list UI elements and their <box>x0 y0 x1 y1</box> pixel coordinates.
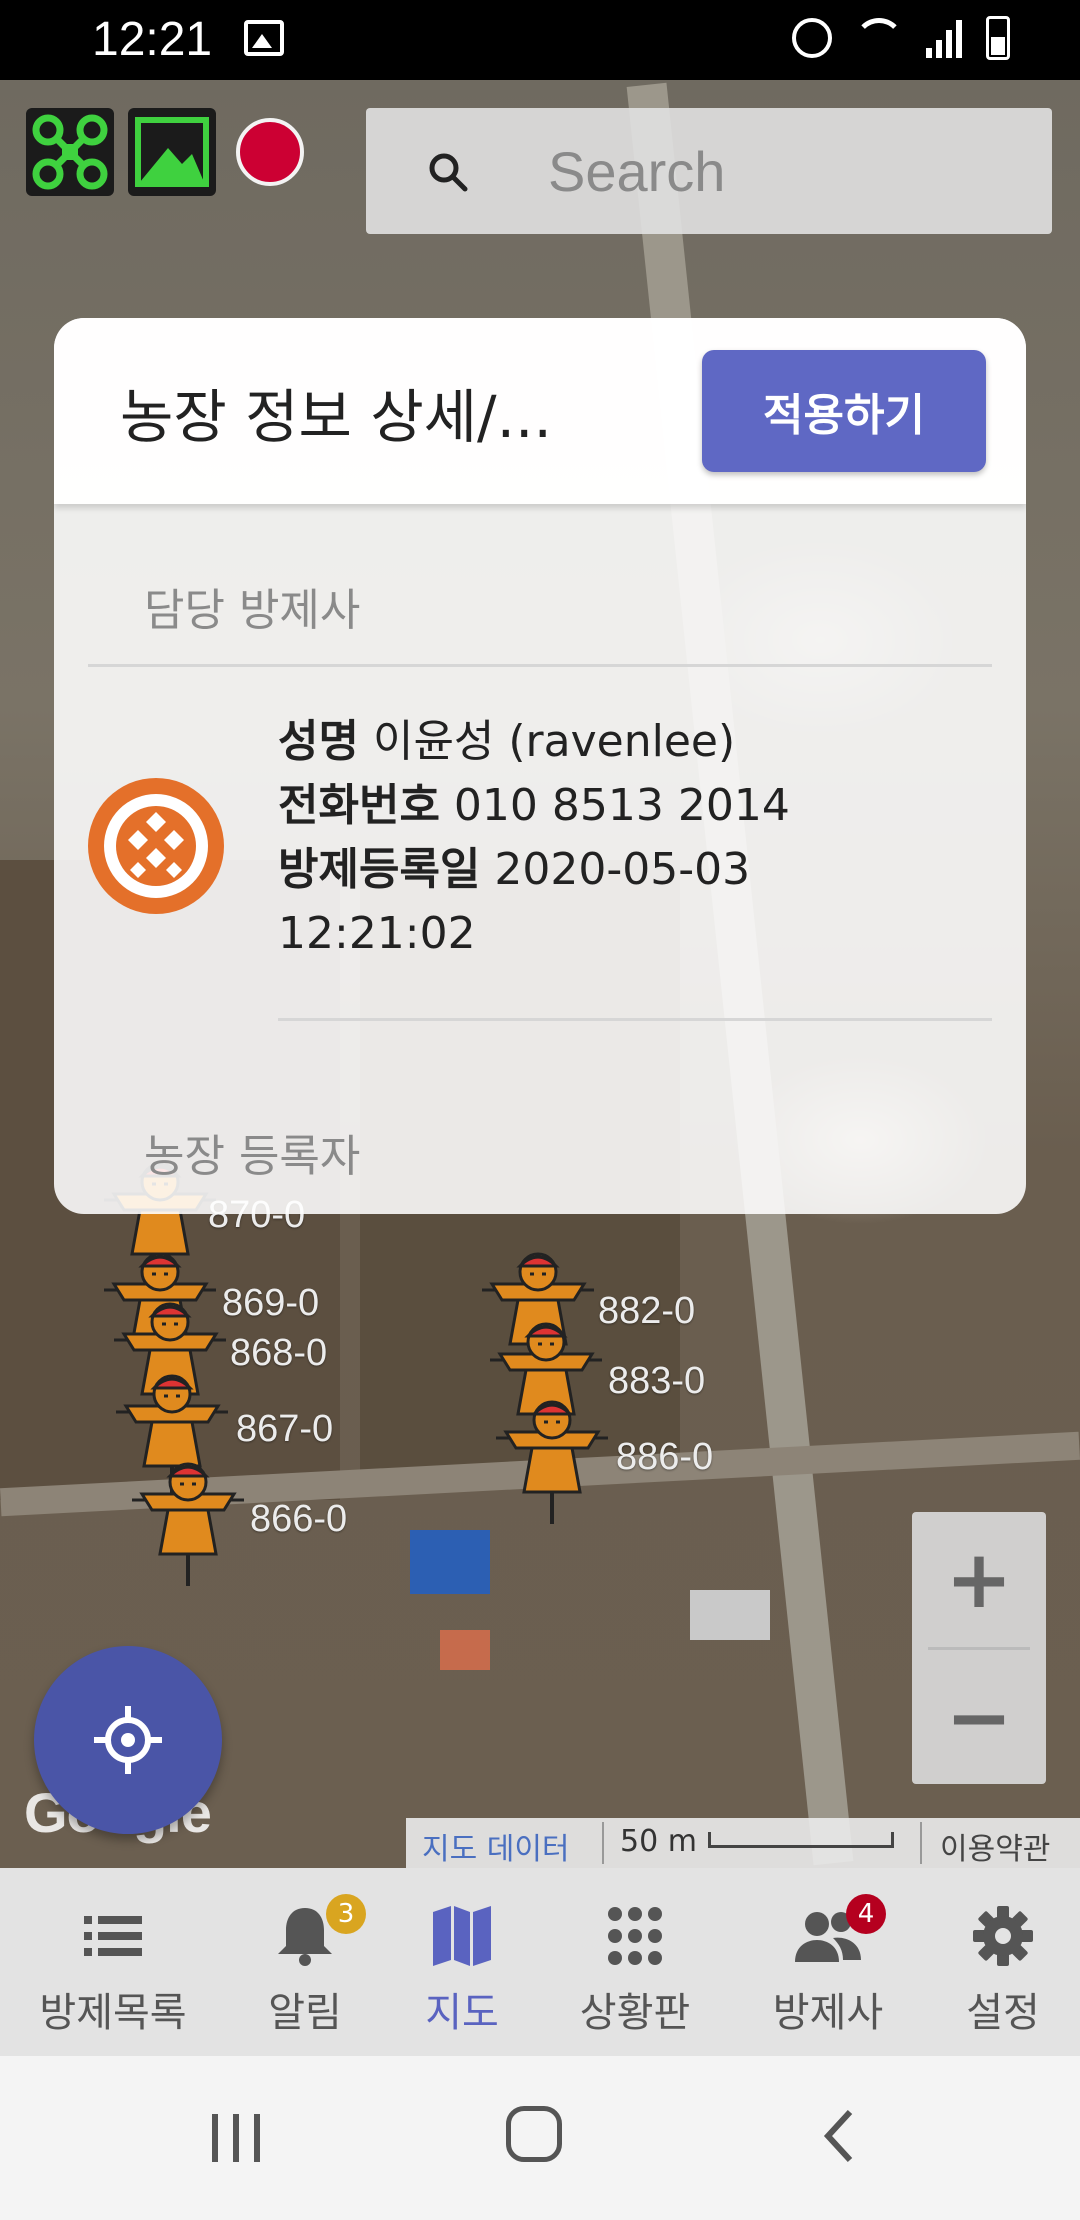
bottom-navigation: 방제목록 3 알림 지도 상황판 4 방제사 설정 <box>0 1868 1080 2056</box>
nav-item-sprayers[interactable]: 4 방제사 <box>730 1868 926 2056</box>
scarecrow-icon <box>132 1462 244 1586</box>
list-icon <box>84 1916 142 1956</box>
separator <box>920 1822 922 1864</box>
grid-icon <box>608 1907 662 1965</box>
battery-icon <box>986 16 1010 60</box>
nav-label: 알림 <box>268 1990 342 2036</box>
status-icons <box>792 16 1010 60</box>
zoom-in-button[interactable]: + <box>912 1512 1046 1646</box>
crosshair-icon <box>94 1706 162 1774</box>
nav-label: 상황판 <box>579 1990 691 2036</box>
nav-label: 설정 <box>966 1990 1040 2036</box>
section-label-registrant: 농장 등록자 <box>144 1131 361 1182</box>
nav-item-settings[interactable]: 설정 <box>926 1868 1080 2056</box>
marker-label: 869-0 <box>222 1282 320 1324</box>
nav-item-map[interactable]: 지도 <box>384 1868 540 2056</box>
record-indicator[interactable] <box>236 118 304 186</box>
nav-label: 지도 <box>425 1990 499 2036</box>
status-bar: 12:21 <box>0 0 1080 80</box>
avatar-pattern-icon <box>104 794 208 898</box>
name-label: 성명 <box>278 716 359 767</box>
map-building <box>410 1530 490 1594</box>
recents-icon[interactable] <box>206 2108 266 2168</box>
marker-label: 868-0 <box>230 1332 328 1374</box>
marker-label: 883-0 <box>608 1360 706 1402</box>
map-attribution: 지도 데이터 50 m 이용약관 <box>406 1818 1080 1868</box>
sprayer-info: 성명 이윤성 (ravenlee) 전화번호 010 8513 2014 방제등… <box>278 710 790 966</box>
alert-count-badge: 3 <box>326 1894 366 1934</box>
card-title: 농장 정보 상세/... <box>120 383 552 451</box>
section-label-sprayer: 담당 방제사 <box>144 585 361 636</box>
sprayer-count-badge: 4 <box>846 1894 886 1934</box>
nav-item-alerts[interactable]: 3 알림 <box>226 1868 384 2056</box>
farm-marker[interactable] <box>492 1388 612 1528</box>
nav-item-dashboard[interactable]: 상황판 <box>540 1868 730 2056</box>
nav-label: 방제사 <box>772 1990 884 2036</box>
terms-link[interactable]: 이용약관 <box>940 1824 1050 1868</box>
divider <box>88 664 992 667</box>
phone-value: 010 8513 2014 <box>453 780 790 831</box>
date-value: 2020-05-03 <box>494 844 751 895</box>
scarecrow-icon <box>496 1400 608 1524</box>
zoom-out-button[interactable]: − <box>912 1650 1046 1784</box>
separator <box>602 1822 604 1864</box>
status-time: 12:21 <box>92 13 213 66</box>
back-icon[interactable] <box>812 2106 872 2166</box>
map-data-link[interactable]: 지도 데이터 <box>422 1824 570 1868</box>
mountain-icon <box>135 117 209 187</box>
farm-marker[interactable] <box>128 1450 248 1590</box>
scale-label: 50 m <box>620 1824 697 1859</box>
home-icon[interactable] <box>506 2106 562 2162</box>
card-header: 농장 정보 상세/... 적용하기 <box>54 318 1026 504</box>
search-input[interactable] <box>546 130 1010 212</box>
nav-item-spray-list[interactable]: 방제목록 <box>0 1868 226 2056</box>
drone-icon <box>32 114 108 190</box>
drone-toggle-button[interactable] <box>26 108 114 196</box>
gear-icon <box>973 1906 1033 1966</box>
marker-label: 867-0 <box>236 1408 334 1450</box>
marker-label: 866-0 <box>250 1498 348 1540</box>
signal-icon <box>926 18 964 58</box>
map-building <box>440 1630 490 1670</box>
search-icon <box>429 153 468 192</box>
nav-label: 방제목록 <box>39 1990 187 2036</box>
image-notification-icon <box>244 20 284 56</box>
alarm-icon <box>792 18 832 58</box>
map-building <box>690 1590 770 1640</box>
name-value: 이윤성 (ravenlee) <box>372 716 736 767</box>
map-icon <box>433 1906 491 1966</box>
avatar <box>88 778 224 914</box>
system-navigation-bar <box>0 2056 1080 2220</box>
my-location-button[interactable] <box>34 1646 222 1834</box>
terrain-toggle-button[interactable] <box>128 108 216 196</box>
marker-label: 882-0 <box>598 1290 696 1332</box>
marker-label: 886-0 <box>616 1436 714 1478</box>
scale-bar <box>708 1832 894 1848</box>
zoom-controls: + − <box>912 1512 1046 1784</box>
search-bar[interactable] <box>366 108 1052 234</box>
wifi-icon <box>854 18 904 58</box>
apply-button[interactable]: 적용하기 <box>702 350 986 472</box>
date-label: 방제등록일 <box>278 844 481 895</box>
time-value: 12:21:02 <box>278 908 476 959</box>
phone-label: 전화번호 <box>278 780 440 831</box>
divider <box>278 1018 992 1021</box>
farm-info-card: 농장 정보 상세/... 적용하기 담당 방제사 성명 이윤성 (ravenle… <box>54 318 1026 1214</box>
